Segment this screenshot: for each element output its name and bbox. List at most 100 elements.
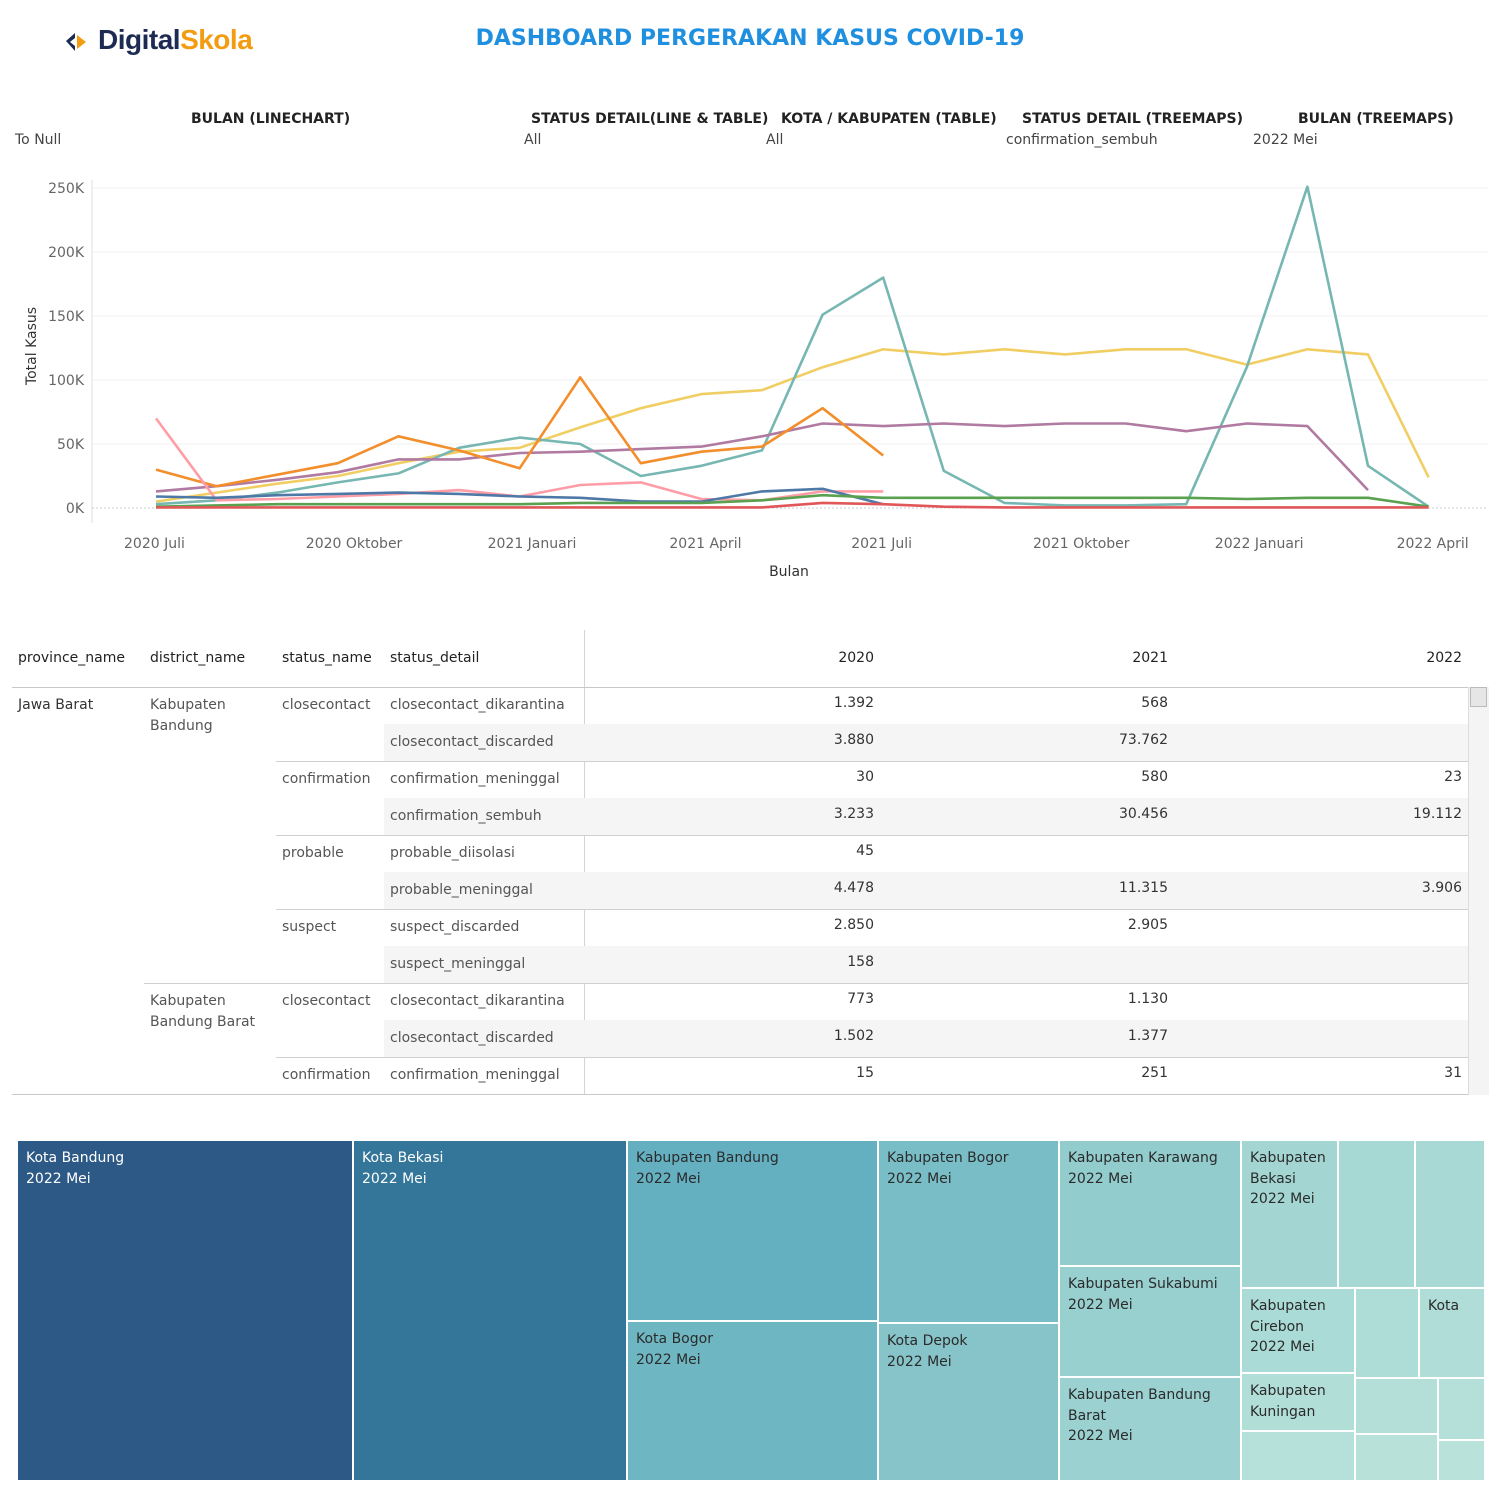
treemap-tile[interactable]: Kota Bogor 2022 Mei bbox=[627, 1321, 878, 1481]
value-2020-cell: 1.392 bbox=[833, 695, 874, 711]
status-detail-cell: probable_diisolasi bbox=[390, 845, 515, 861]
treemap-tile[interactable]: Kota Bekasi 2022 Mei bbox=[353, 1140, 627, 1481]
treemap-tile[interactable] bbox=[1338, 1140, 1415, 1288]
value-2020-cell: 158 bbox=[847, 954, 874, 970]
treemap-tile[interactable]: Kabupaten Bandung 2022 Mei bbox=[627, 1140, 878, 1321]
x-tick-label: 2022 April bbox=[1397, 536, 1469, 552]
treemap-tile-name: Kabupaten Bogor bbox=[887, 1150, 1009, 1166]
treemap-tile[interactable] bbox=[1241, 1431, 1355, 1481]
table-bottom-border bbox=[12, 1094, 1468, 1095]
value-2021-cell: 251 bbox=[1141, 1065, 1168, 1081]
x-axis-label: Bulan bbox=[769, 564, 809, 580]
header-status-name: status_name bbox=[282, 650, 372, 666]
value-2021-cell: 73.762 bbox=[1119, 732, 1168, 748]
treemap-tile[interactable] bbox=[1438, 1440, 1485, 1481]
treemap-tile[interactable] bbox=[1415, 1140, 1485, 1288]
treemap-tile-name: Kota Depok bbox=[887, 1333, 968, 1349]
treemap-tile[interactable]: Kota Depok 2022 Mei bbox=[878, 1323, 1059, 1481]
filter-label-kota-kabupaten: KOTA / KABUPATEN (TABLE) bbox=[781, 111, 997, 127]
y-tick-label: 200K bbox=[48, 245, 85, 261]
treemap-tile-month: 2022 Mei bbox=[1068, 1428, 1133, 1444]
treemap-tile-month: 2022 Mei bbox=[1068, 1170, 1133, 1187]
x-tick-label: 2022 Januari bbox=[1215, 536, 1304, 552]
treemap-tile[interactable]: Kabupaten Kuningan bbox=[1241, 1373, 1355, 1431]
scrollbar-thumb[interactable] bbox=[1470, 687, 1487, 707]
group-divider bbox=[276, 909, 1468, 910]
treemap-tile[interactable]: Kabupaten Bandung Barat 2022 Mei bbox=[1059, 1377, 1241, 1481]
header-2022: 2022 bbox=[1426, 650, 1462, 666]
series-line-4[interactable] bbox=[155, 376, 884, 488]
value-2020-cell: 3.233 bbox=[833, 806, 874, 822]
value-2022-cell: 19.112 bbox=[1413, 806, 1462, 822]
filter-value-status-detail-treemaps[interactable]: confirmation_sembuh bbox=[1006, 132, 1158, 148]
province-cell: Jawa Barat bbox=[18, 697, 94, 713]
status-detail-cell: confirmation_sembuh bbox=[390, 808, 542, 824]
status-detail-cell: closecontact_discarded bbox=[390, 1030, 554, 1046]
status-name-cell: confirmation bbox=[282, 1067, 371, 1083]
header-2021: 2021 bbox=[1132, 650, 1168, 666]
treemap-tile[interactable]: Kabupaten Cirebon 2022 Mei bbox=[1241, 1288, 1355, 1373]
group-divider bbox=[276, 1057, 1468, 1058]
filter-label-bulan-linechart: BULAN (LINECHART) bbox=[191, 111, 351, 127]
treemap-tile[interactable]: Kota bbox=[1419, 1288, 1485, 1378]
value-2020-cell: 45 bbox=[856, 843, 874, 859]
x-tick-label: 2020 Oktober bbox=[306, 536, 403, 552]
treemap-tile[interactable] bbox=[1438, 1378, 1485, 1440]
status-detail-cell: suspect_discarded bbox=[390, 919, 520, 935]
value-2021-cell: 568 bbox=[1141, 695, 1168, 711]
filter-value-kota-kabupaten[interactable]: All bbox=[766, 132, 783, 148]
treemap-tile[interactable] bbox=[1355, 1288, 1419, 1378]
header-province-name: province_name bbox=[18, 650, 125, 666]
treemap-tile-month: 2022 Mei bbox=[887, 1170, 952, 1187]
treemap-tile-name: Kabupaten Karawang bbox=[1068, 1150, 1218, 1166]
filter-label-bulan-treemaps: BULAN (TREEMAPS) bbox=[1298, 111, 1454, 127]
treemap-tile-name: Kota Bekasi bbox=[362, 1150, 444, 1166]
group-divider bbox=[276, 835, 1468, 836]
treemap-tile[interactable]: Kabupaten Sukabumi 2022 Mei bbox=[1059, 1266, 1241, 1377]
treemap-tile[interactable] bbox=[1355, 1434, 1438, 1481]
treemap-tile-month: 2022 Mei bbox=[887, 1353, 952, 1370]
header-district-name: district_name bbox=[150, 650, 246, 666]
district-cell: Kabupaten Bandung bbox=[150, 697, 226, 734]
x-tick-label: 2021 Juli bbox=[851, 536, 912, 552]
value-2020-cell: 1.502 bbox=[833, 1028, 874, 1044]
y-tick-label: 0K bbox=[66, 501, 85, 517]
y-tick-label: 50K bbox=[57, 437, 85, 453]
treemap-tile-name: Kabupaten Kuningan bbox=[1250, 1383, 1326, 1420]
status-detail-cell: suspect_meninggal bbox=[390, 956, 526, 972]
status-detail-cell: probable_meninggal bbox=[390, 882, 533, 898]
treemap-tile[interactable]: Kabupaten Bekasi 2022 Mei bbox=[1241, 1140, 1338, 1288]
series-line-6[interactable] bbox=[155, 487, 884, 506]
treemap-tile-month: 2022 Mei bbox=[636, 1351, 701, 1368]
value-2020-cell: 30 bbox=[856, 769, 874, 785]
header-2020: 2020 bbox=[838, 650, 874, 666]
vertical-scrollbar[interactable] bbox=[1468, 687, 1489, 1095]
treemap-tile-name: Kota Bogor bbox=[636, 1331, 713, 1347]
row-band bbox=[384, 946, 1468, 983]
status-detail-cell: closecontact_dikarantina bbox=[390, 697, 565, 713]
filter-value-bulan-treemaps[interactable]: 2022 Mei bbox=[1253, 132, 1318, 148]
treemap-tile[interactable]: Kabupaten Karawang 2022 Mei bbox=[1059, 1140, 1241, 1266]
header-divider bbox=[12, 687, 1488, 688]
status-name-cell: closecontact bbox=[282, 697, 371, 713]
treemap-tile-name: Kabupaten Sukabumi bbox=[1068, 1276, 1218, 1292]
value-2021-cell: 580 bbox=[1141, 769, 1168, 785]
treemap-tile[interactable] bbox=[1355, 1378, 1438, 1434]
value-2020-cell: 773 bbox=[847, 991, 874, 1007]
filter-value-status-detail-line-table[interactable]: All bbox=[524, 132, 541, 148]
value-2020-cell: 15 bbox=[856, 1065, 874, 1081]
data-table: province_name district_name status_name … bbox=[12, 630, 1489, 1095]
value-2021-cell: 30.456 bbox=[1119, 806, 1168, 822]
filter-value-bulan-linechart[interactable]: To Null bbox=[15, 132, 61, 148]
treemap-tile[interactable]: Kota Bandung 2022 Mei bbox=[17, 1140, 353, 1481]
treemap-tile[interactable]: Kabupaten Bogor 2022 Mei bbox=[878, 1140, 1059, 1323]
group-divider bbox=[144, 983, 1468, 984]
status-detail-cell: closecontact_discarded bbox=[390, 734, 554, 750]
filter-label-status-detail-treemaps: STATUS DETAIL (TREEMAPS) bbox=[1022, 111, 1244, 127]
x-tick-label: 2020 Juli bbox=[124, 536, 185, 552]
treemap-tile-month: 2022 Mei bbox=[1068, 1296, 1133, 1313]
series-line-5[interactable] bbox=[154, 417, 884, 502]
treemap-tile-name: Kabupaten Bandung Barat bbox=[1068, 1387, 1211, 1424]
header-status-detail: status_detail bbox=[390, 650, 480, 666]
treemap-tile-name: Kabupaten Bandung bbox=[636, 1150, 779, 1166]
